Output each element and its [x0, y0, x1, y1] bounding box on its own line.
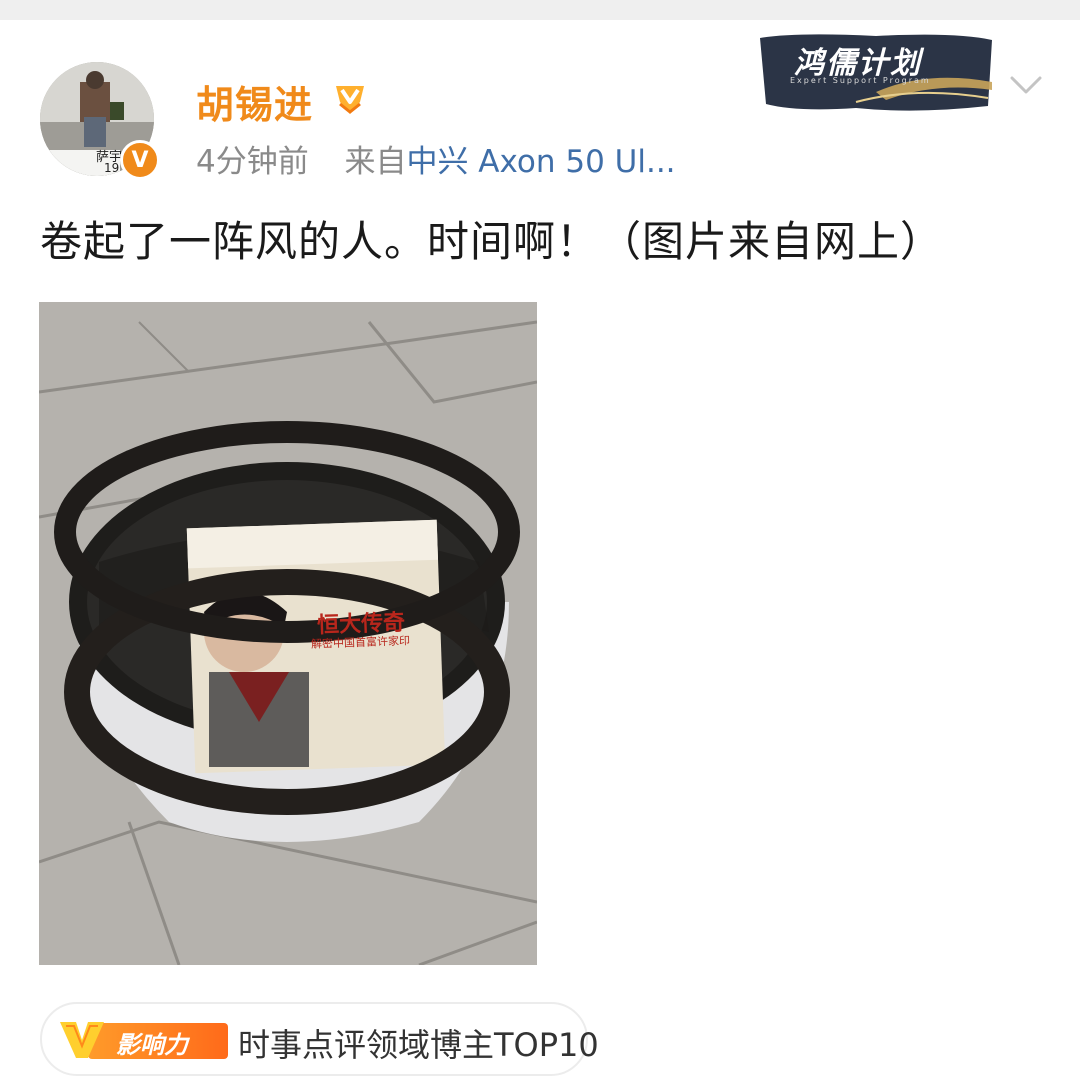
post-image[interactable]: 恒大传奇 解密中国首富许家印 — [39, 302, 537, 965]
influence-badge-label: 影响力 — [116, 1031, 188, 1059]
influence-tag[interactable]: 影响力 时事点评领域博主TOP10 — [40, 1002, 599, 1076]
post-text: 卷起了一阵风的人。时间啊！（图片来自网上） — [40, 217, 944, 266]
avatar-year: 19 — [104, 161, 120, 175]
influence-text: 时事点评领域博主TOP10 — [238, 1026, 599, 1064]
post-time: 4分钟前 — [196, 144, 309, 180]
sponsor-subtitle: Expert Support Program — [790, 76, 931, 85]
status-strip — [0, 0, 1080, 20]
source-prefix: 来自 — [344, 144, 407, 180]
influence-v-icon — [60, 1022, 104, 1058]
level-badge-icon[interactable] — [330, 80, 370, 120]
verified-icon: V — [120, 140, 160, 180]
author-name[interactable]: 胡锡进 — [196, 74, 313, 129]
sponsor-banner[interactable]: 鸿儒计划 Expert Support Program — [756, 30, 996, 114]
influence-badge: 影响力 — [58, 1018, 230, 1062]
post-meta: 4分钟前 来自中兴 Axon 50 Ul... — [196, 136, 676, 181]
source-device[interactable]: 中兴 Axon 50 Ul... — [406, 144, 675, 180]
chevron-down-icon[interactable] — [1006, 70, 1046, 100]
